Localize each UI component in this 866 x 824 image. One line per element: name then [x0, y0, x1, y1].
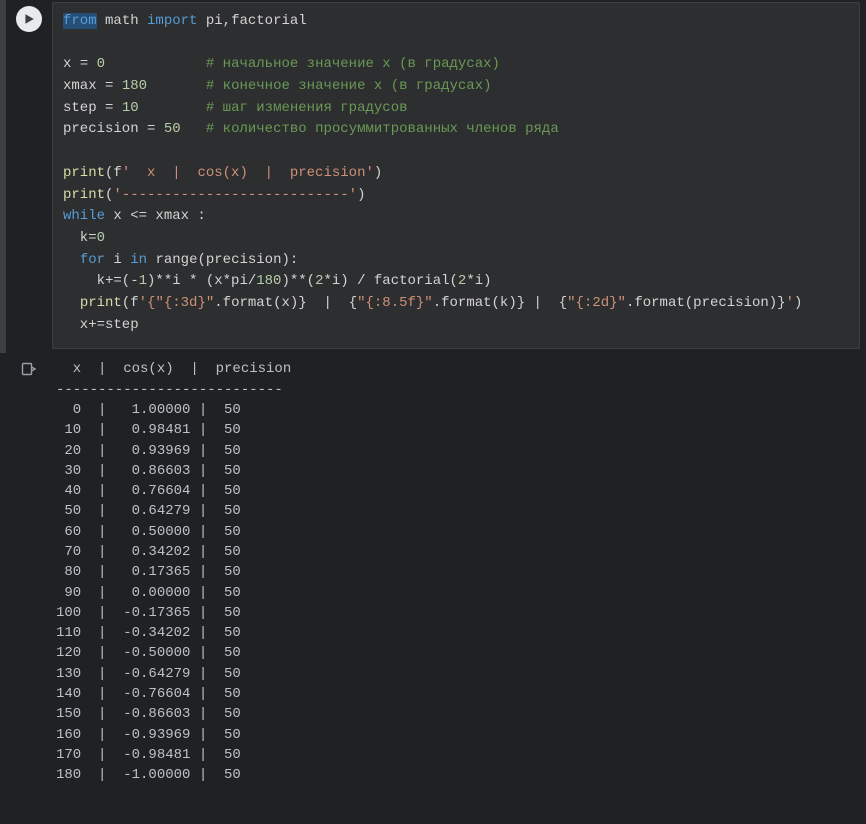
output-area: x | cos(x) | precision -----------------…	[52, 359, 866, 785]
output-icon[interactable]	[21, 361, 37, 382]
kw-import: import	[147, 13, 197, 29]
output-row: x | cos(x) | precision -----------------…	[0, 353, 866, 795]
run-button[interactable]	[16, 6, 42, 32]
notebook-cell: from math import pi,factorial x = 0 # на…	[0, 0, 866, 796]
output-header: x | cos(x) | precision	[56, 361, 291, 377]
output-rows: 0 | 1.00000 | 50 10 | 0.98481 | 50 20 | …	[56, 402, 241, 783]
kw-from: from	[63, 13, 97, 29]
play-icon	[23, 13, 35, 25]
gutter	[6, 0, 52, 32]
code-row: from math import pi,factorial x = 0 # на…	[0, 0, 866, 353]
output-divider: ---------------------------	[56, 382, 283, 398]
output-gutter	[6, 359, 52, 382]
code-editor[interactable]: from math import pi,factorial x = 0 # на…	[52, 2, 860, 349]
